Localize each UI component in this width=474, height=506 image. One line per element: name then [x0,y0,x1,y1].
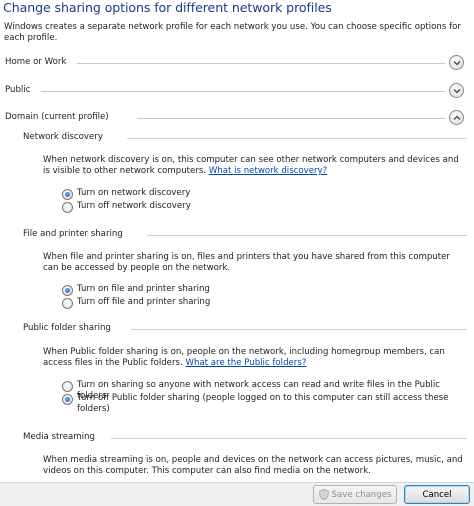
radio-button-selected[interactable] [62,189,73,200]
file-printer-sharing-description: When file and printer sharing is on, fil… [43,252,450,273]
radio-button-selected[interactable] [62,394,73,405]
profile-label: Public [5,85,31,95]
network-discovery-help-link[interactable]: What is network discovery? [209,166,327,176]
dialog-footer: Save changes Cancel [0,482,474,506]
public-folder-sharing-heading: Public folder sharing [23,323,467,335]
page-title: Change sharing options for different net… [3,0,332,15]
section-divider [131,329,467,330]
cancel-button[interactable]: Cancel [404,485,470,504]
radio-turn-off-public-folder-sharing[interactable]: Turn off Public folder sharing (people l… [62,393,467,415]
profile-home-or-work[interactable]: Home or Work [5,55,467,71]
radio-turn-on-network-discovery[interactable]: Turn on network discovery [62,188,190,200]
expand-chevron-down-icon[interactable] [449,55,464,70]
section-divider [147,235,467,236]
section-divider [41,91,445,92]
profile-label: Domain (current profile) [5,112,109,122]
network-discovery-description: When network discovery is on, this compu… [43,155,459,176]
radio-button-selected[interactable] [62,285,73,296]
profile-domain[interactable]: Domain (current profile) [5,110,467,126]
radio-button[interactable] [62,381,73,392]
radio-turn-off-network-discovery[interactable]: Turn off network discovery [62,201,191,213]
collapse-chevron-up-icon[interactable] [449,110,464,125]
section-divider [137,118,445,119]
save-changes-button[interactable]: Save changes [313,485,397,504]
profile-public[interactable]: Public [5,83,467,99]
media-streaming-heading: Media streaming [23,432,467,444]
public-folders-help-link[interactable]: What are the Public folders? [185,358,306,368]
expand-chevron-down-icon[interactable] [449,83,464,98]
radio-turn-on-file-printer-sharing[interactable]: Turn on file and printer sharing [62,284,210,296]
public-folder-sharing-description: When Public folder sharing is on, people… [43,347,445,368]
radio-button[interactable] [62,202,73,213]
radio-button[interactable] [62,298,73,309]
file-printer-sharing-heading: File and printer sharing [23,229,467,241]
uac-shield-icon [318,489,329,500]
page-description: Windows creates a separate network profi… [4,22,461,43]
media-streaming-description: When media streaming is on, people and d… [43,455,463,476]
network-discovery-heading: Network discovery [23,132,467,144]
section-divider [77,63,445,64]
radio-turn-off-file-printer-sharing[interactable]: Turn off file and printer sharing [62,297,210,309]
section-divider [127,138,467,139]
section-divider [111,438,467,439]
profile-label: Home or Work [5,57,67,67]
